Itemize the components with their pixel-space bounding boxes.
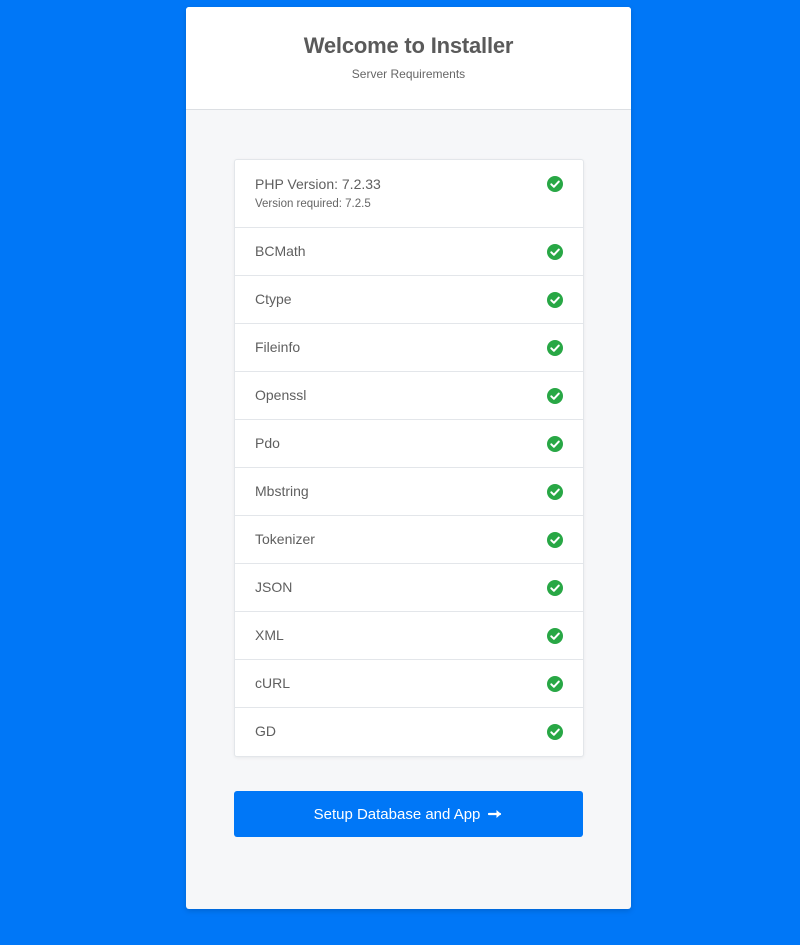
page-subtitle: Server Requirements xyxy=(351,67,466,81)
setup-database-button[interactable]: Setup Database and App xyxy=(234,791,583,837)
check-circle-icon xyxy=(547,676,563,692)
check-circle-icon xyxy=(547,340,563,356)
requirement-label: GD xyxy=(255,723,276,739)
requirements-list: PHP Version: 7.2.33 Version required: 7.… xyxy=(234,159,584,757)
check-circle-icon xyxy=(547,628,563,644)
requirement-openssl: Openssl xyxy=(235,372,583,420)
setup-database-button-label: Setup Database and App xyxy=(313,805,481,823)
requirement-gd: GD xyxy=(235,708,583,756)
requirement-fileinfo: Fileinfo xyxy=(235,324,583,372)
requirement-label: Openssl xyxy=(255,387,307,403)
card-header: Welcome to Installer Server Requirements xyxy=(186,7,631,110)
arrow-right-icon xyxy=(488,810,502,818)
page-title: Welcome to Installer xyxy=(303,33,514,58)
check-circle-icon xyxy=(547,388,563,404)
requirement-label: Tokenizer xyxy=(255,531,315,547)
check-circle-icon xyxy=(547,292,563,308)
check-circle-icon xyxy=(547,724,563,740)
requirement-version-required: Version required: 7.2.5 xyxy=(255,198,371,210)
requirement-label: BCMath xyxy=(255,243,306,259)
requirement-tokenizer: Tokenizer xyxy=(235,516,583,564)
requirement-mbstring: Mbstring xyxy=(235,468,583,516)
requirement-label: Mbstring xyxy=(255,483,309,499)
requirement-label: PHP Version: 7.2.33 xyxy=(255,176,381,192)
requirement-label: Ctype xyxy=(255,291,292,307)
check-circle-icon xyxy=(547,436,563,452)
check-circle-icon xyxy=(547,176,563,192)
requirement-pdo: Pdo xyxy=(235,420,583,468)
check-circle-icon xyxy=(547,532,563,548)
requirement-ctype: Ctype xyxy=(235,276,583,324)
requirement-label: JSON xyxy=(255,579,293,595)
check-circle-icon xyxy=(547,244,563,260)
requirement-php-version: PHP Version: 7.2.33 Version required: 7.… xyxy=(235,160,583,228)
requirement-json: JSON xyxy=(235,564,583,612)
requirement-label: Pdo xyxy=(255,435,280,451)
installer-card: Welcome to Installer Server Requirements… xyxy=(186,7,631,909)
requirement-xml: XML xyxy=(235,612,583,660)
check-circle-icon xyxy=(547,580,563,596)
requirement-bcmath: BCMath xyxy=(235,228,583,276)
requirement-label: Fileinfo xyxy=(255,339,301,355)
requirement-label: cURL xyxy=(255,675,291,691)
requirement-curl: cURL xyxy=(235,660,583,708)
check-circle-icon xyxy=(547,484,563,500)
requirement-label: XML xyxy=(255,627,284,643)
